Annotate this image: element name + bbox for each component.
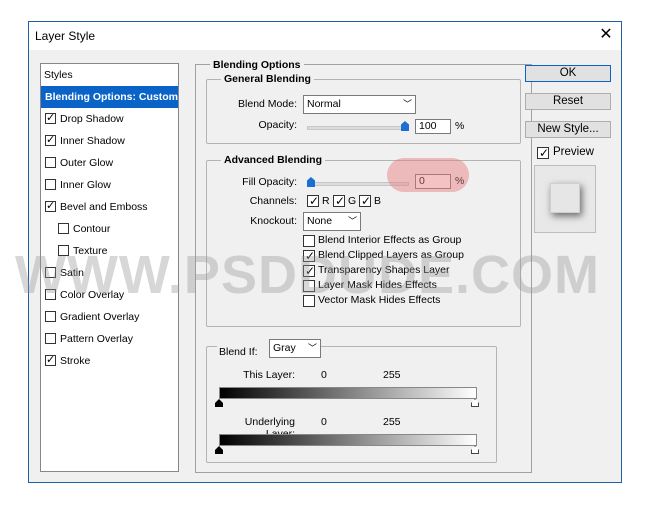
style-item-label: Pattern Overlay xyxy=(60,333,133,345)
this-layer-max: 255 xyxy=(383,369,401,381)
channel-r-label: R xyxy=(322,195,330,207)
style-item-label: Gradient Overlay xyxy=(60,311,140,323)
this-layer-white-stop[interactable] xyxy=(471,399,479,407)
opacity-slider-track[interactable] xyxy=(307,126,409,130)
blend-mode-label: Blend Mode: xyxy=(238,98,297,110)
new-style-button[interactable]: New Style... xyxy=(525,121,611,138)
ok-button[interactable]: OK xyxy=(525,65,611,82)
style-item-checkbox[interactable] xyxy=(45,108,56,128)
knockout-label: Knockout: xyxy=(250,215,297,227)
general-blending-group: General Blending Blend Mode: Normal ﹀ Op… xyxy=(206,73,521,144)
style-item-checkbox[interactable] xyxy=(45,350,56,370)
style-preview-thumbnail xyxy=(534,165,596,233)
opacity-input[interactable]: 100 xyxy=(415,119,451,134)
style-item-bevel-and-emboss[interactable]: Bevel and Emboss xyxy=(41,196,178,218)
fill-opacity-slider-thumb[interactable] xyxy=(307,177,315,187)
style-item-checkbox[interactable] xyxy=(45,130,56,150)
watermark-text: WWW.PSDDUDE.COM xyxy=(15,245,600,305)
window-title: Layer Style xyxy=(35,29,96,43)
this-layer-label: This Layer: xyxy=(243,369,295,381)
chevron-down-icon: ﹀ xyxy=(347,216,357,226)
blend-if-label: Blend If: xyxy=(217,346,271,358)
style-item-checkbox[interactable] xyxy=(45,157,56,168)
knockout-value: None xyxy=(307,215,333,227)
style-item-checkbox[interactable] xyxy=(45,333,56,344)
style-item-label: Stroke xyxy=(60,355,91,367)
style-item-label: Inner Shadow xyxy=(60,135,125,147)
style-item-checkbox[interactable] xyxy=(45,196,56,216)
style-item-stroke[interactable]: Stroke xyxy=(41,350,178,372)
fill-opacity-highlight xyxy=(387,158,469,192)
channel-b-checkbox[interactable] xyxy=(359,192,371,210)
underlying-layer-max: 255 xyxy=(383,416,401,428)
style-item-checkbox[interactable] xyxy=(58,223,69,234)
style-item-gradient-overlay[interactable]: Gradient Overlay xyxy=(41,306,178,328)
style-item-contour[interactable]: Contour xyxy=(41,218,178,240)
style-item-checkbox[interactable] xyxy=(45,179,56,190)
opacity-unit: % xyxy=(455,120,465,132)
preview-label: Preview xyxy=(553,146,594,158)
reset-button[interactable]: Reset xyxy=(525,93,611,110)
styles-header-label: Styles xyxy=(44,69,73,81)
channel-g-checkbox[interactable] xyxy=(333,192,345,210)
preview-checkbox[interactable] xyxy=(537,144,549,162)
opacity-label: Opacity: xyxy=(258,119,297,131)
style-item-inner-shadow[interactable]: Inner Shadow xyxy=(41,130,178,152)
channel-r-checkbox[interactable] xyxy=(307,192,319,210)
this-layer-min: 0 xyxy=(321,369,327,381)
style-item-label: Bevel and Emboss xyxy=(60,201,148,213)
channels-label: Channels: xyxy=(249,195,297,207)
knockout-select[interactable]: None ﹀ xyxy=(303,212,361,231)
style-item-label: Contour xyxy=(73,223,111,235)
blend-if-group: Blend If: Gray ﹀ This Layer: 0 255 Under… xyxy=(206,339,497,463)
style-item-inner-glow[interactable]: Inner Glow xyxy=(41,174,178,196)
chevron-down-icon: ﹀ xyxy=(307,343,317,353)
blend-mode-value: Normal xyxy=(307,98,341,110)
this-layer-gradient xyxy=(219,387,477,399)
advanced-blending-title: Advanced Blending xyxy=(221,154,326,166)
this-layer-black-stop[interactable] xyxy=(215,399,223,407)
fill-opacity-label: Fill Opacity: xyxy=(242,176,297,188)
blend-if-select[interactable]: Gray ﹀ xyxy=(269,339,321,358)
style-item-checkbox[interactable] xyxy=(45,311,56,322)
channel-b-label: B xyxy=(374,195,382,207)
style-item-drop-shadow[interactable]: Drop Shadow xyxy=(41,108,178,130)
blending-options-title: Blending Options xyxy=(210,59,304,71)
styles-header[interactable]: Styles xyxy=(41,64,178,87)
style-item-label: Outer Glow xyxy=(60,157,114,169)
underlying-layer-gradient xyxy=(219,434,477,446)
underlying-layer-min: 0 xyxy=(321,416,327,428)
chevron-down-icon: ﹀ xyxy=(402,99,412,109)
style-item-outer-glow[interactable]: Outer Glow xyxy=(41,152,178,174)
blend-if-value: Gray xyxy=(273,342,296,354)
channel-g-label: G xyxy=(348,195,357,207)
close-icon[interactable]: ✕ xyxy=(593,23,619,47)
style-item-label: Inner Glow xyxy=(60,179,111,191)
style-item-label: Blending Options: Custom xyxy=(45,91,178,103)
style-item-pattern-overlay[interactable]: Pattern Overlay xyxy=(41,328,178,350)
general-blending-title: General Blending xyxy=(221,73,314,85)
title-bar: Layer Style ✕ xyxy=(29,22,621,50)
underlying-layer-black-stop[interactable] xyxy=(215,446,223,454)
blend-mode-select[interactable]: Normal ﹀ xyxy=(303,95,416,114)
preview-square xyxy=(550,183,580,213)
style-item-label: Drop Shadow xyxy=(60,113,124,125)
style-item-blending-options-custom[interactable]: Blending Options: Custom xyxy=(41,86,178,108)
underlying-layer-white-stop[interactable] xyxy=(471,446,479,454)
opacity-slider-thumb[interactable] xyxy=(401,121,409,131)
